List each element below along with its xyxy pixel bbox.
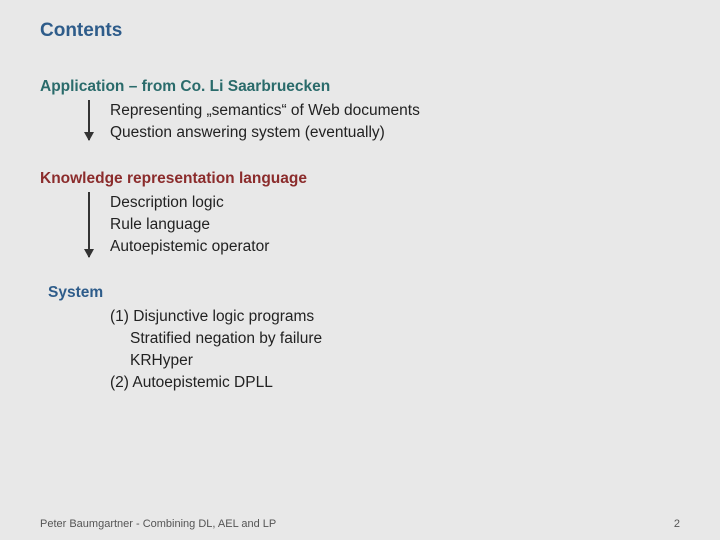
section-heading: Application – from Co. Li Saarbruecken	[40, 78, 680, 96]
footer: Peter Baumgartner - Combining DL, AEL an…	[40, 518, 680, 530]
slide: Contents Application – from Co. Li Saarb…	[0, 0, 720, 540]
list-item: (2) Autoepistemic DPLL	[110, 374, 680, 392]
sections-container: Application – from Co. Li Saarbruecken Re…	[40, 78, 680, 392]
list-item: KRHyper	[130, 352, 680, 370]
section-block: Knowledge representation language Descrip…	[40, 170, 680, 256]
down-arrow-icon	[88, 192, 90, 257]
list-item: Stratified negation by failure	[130, 330, 680, 348]
list-item: Description logic	[110, 194, 680, 212]
down-arrow-icon	[88, 100, 90, 140]
list-item: Rule language	[110, 216, 680, 234]
section-block: System (1) Disjunctive logic programs Stra…	[40, 284, 680, 392]
footer-page-number: 2	[674, 518, 680, 530]
list-item: Representing „semantics“ of Web document…	[110, 102, 680, 120]
list-item: Autoepistemic operator	[110, 238, 680, 256]
section-heading: System	[48, 284, 680, 302]
section-block: Application – from Co. Li Saarbruecken Re…	[40, 78, 680, 142]
list-item: (1) Disjunctive logic programs	[110, 308, 680, 326]
list-item: Question answering system (eventually)	[110, 124, 680, 142]
footer-left: Peter Baumgartner - Combining DL, AEL an…	[40, 518, 276, 530]
section-heading: Knowledge representation language	[40, 170, 680, 188]
slide-title: Contents	[40, 20, 680, 42]
